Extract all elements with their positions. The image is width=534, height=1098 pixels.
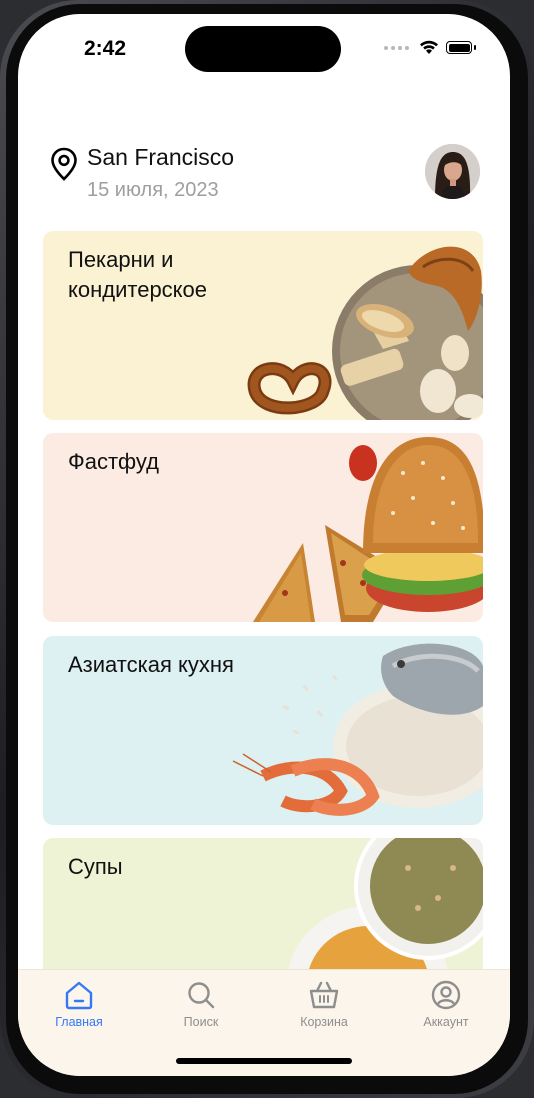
screen: 2:42 San Francisco 15 июля, 2023 Пекарни…	[18, 14, 510, 1076]
battery-icon	[446, 41, 476, 54]
category-card-asian[interactable]: Азиатская кухня	[43, 636, 483, 825]
tab-cart[interactable]: Корзина	[274, 978, 374, 1029]
avatar[interactable]	[425, 144, 480, 199]
wifi-icon	[420, 40, 438, 54]
status-time: 2:42	[84, 37, 127, 60]
account-icon	[431, 980, 461, 1010]
home-icon	[65, 981, 93, 1010]
location-header: San Francisco 15 июля, 2023	[48, 142, 480, 202]
bakery-image	[247, 246, 483, 420]
status-icons	[384, 40, 476, 55]
search-icon	[188, 982, 215, 1009]
tab-home[interactable]: Главная	[29, 978, 129, 1029]
tab-bar: Главная Поиск Корзина Аккаунт	[18, 969, 510, 1076]
category-title: Фастфуд	[68, 449, 159, 474]
home-indicator[interactable]	[176, 1058, 352, 1064]
tab-label: Аккаунт	[423, 1015, 469, 1029]
current-date: 15 июля, 2023	[87, 179, 219, 201]
tab-label: Корзина	[300, 1015, 348, 1029]
tab-label: Поиск	[183, 1015, 219, 1029]
signal-icon	[384, 45, 409, 50]
basket-icon	[309, 981, 339, 1009]
tab-label: Главная	[55, 1015, 103, 1029]
asian-image	[232, 643, 483, 816]
category-title: Пекарни и кондитерское	[68, 247, 208, 302]
tab-search[interactable]: Поиск	[151, 978, 251, 1029]
category-title: Азиатская кухня	[68, 652, 234, 677]
location-pin-icon[interactable]	[50, 147, 78, 181]
category-card-bakery[interactable]: Пекарни и кондитерское	[43, 231, 483, 420]
city-name[interactable]: San Francisco	[87, 144, 234, 171]
category-card-fastfood[interactable]: Фастфуд	[43, 433, 483, 622]
category-title: Супы	[68, 854, 123, 879]
dynamic-island	[185, 26, 341, 72]
fastfood-image	[253, 437, 483, 622]
tab-account[interactable]: Аккаунт	[396, 978, 496, 1029]
